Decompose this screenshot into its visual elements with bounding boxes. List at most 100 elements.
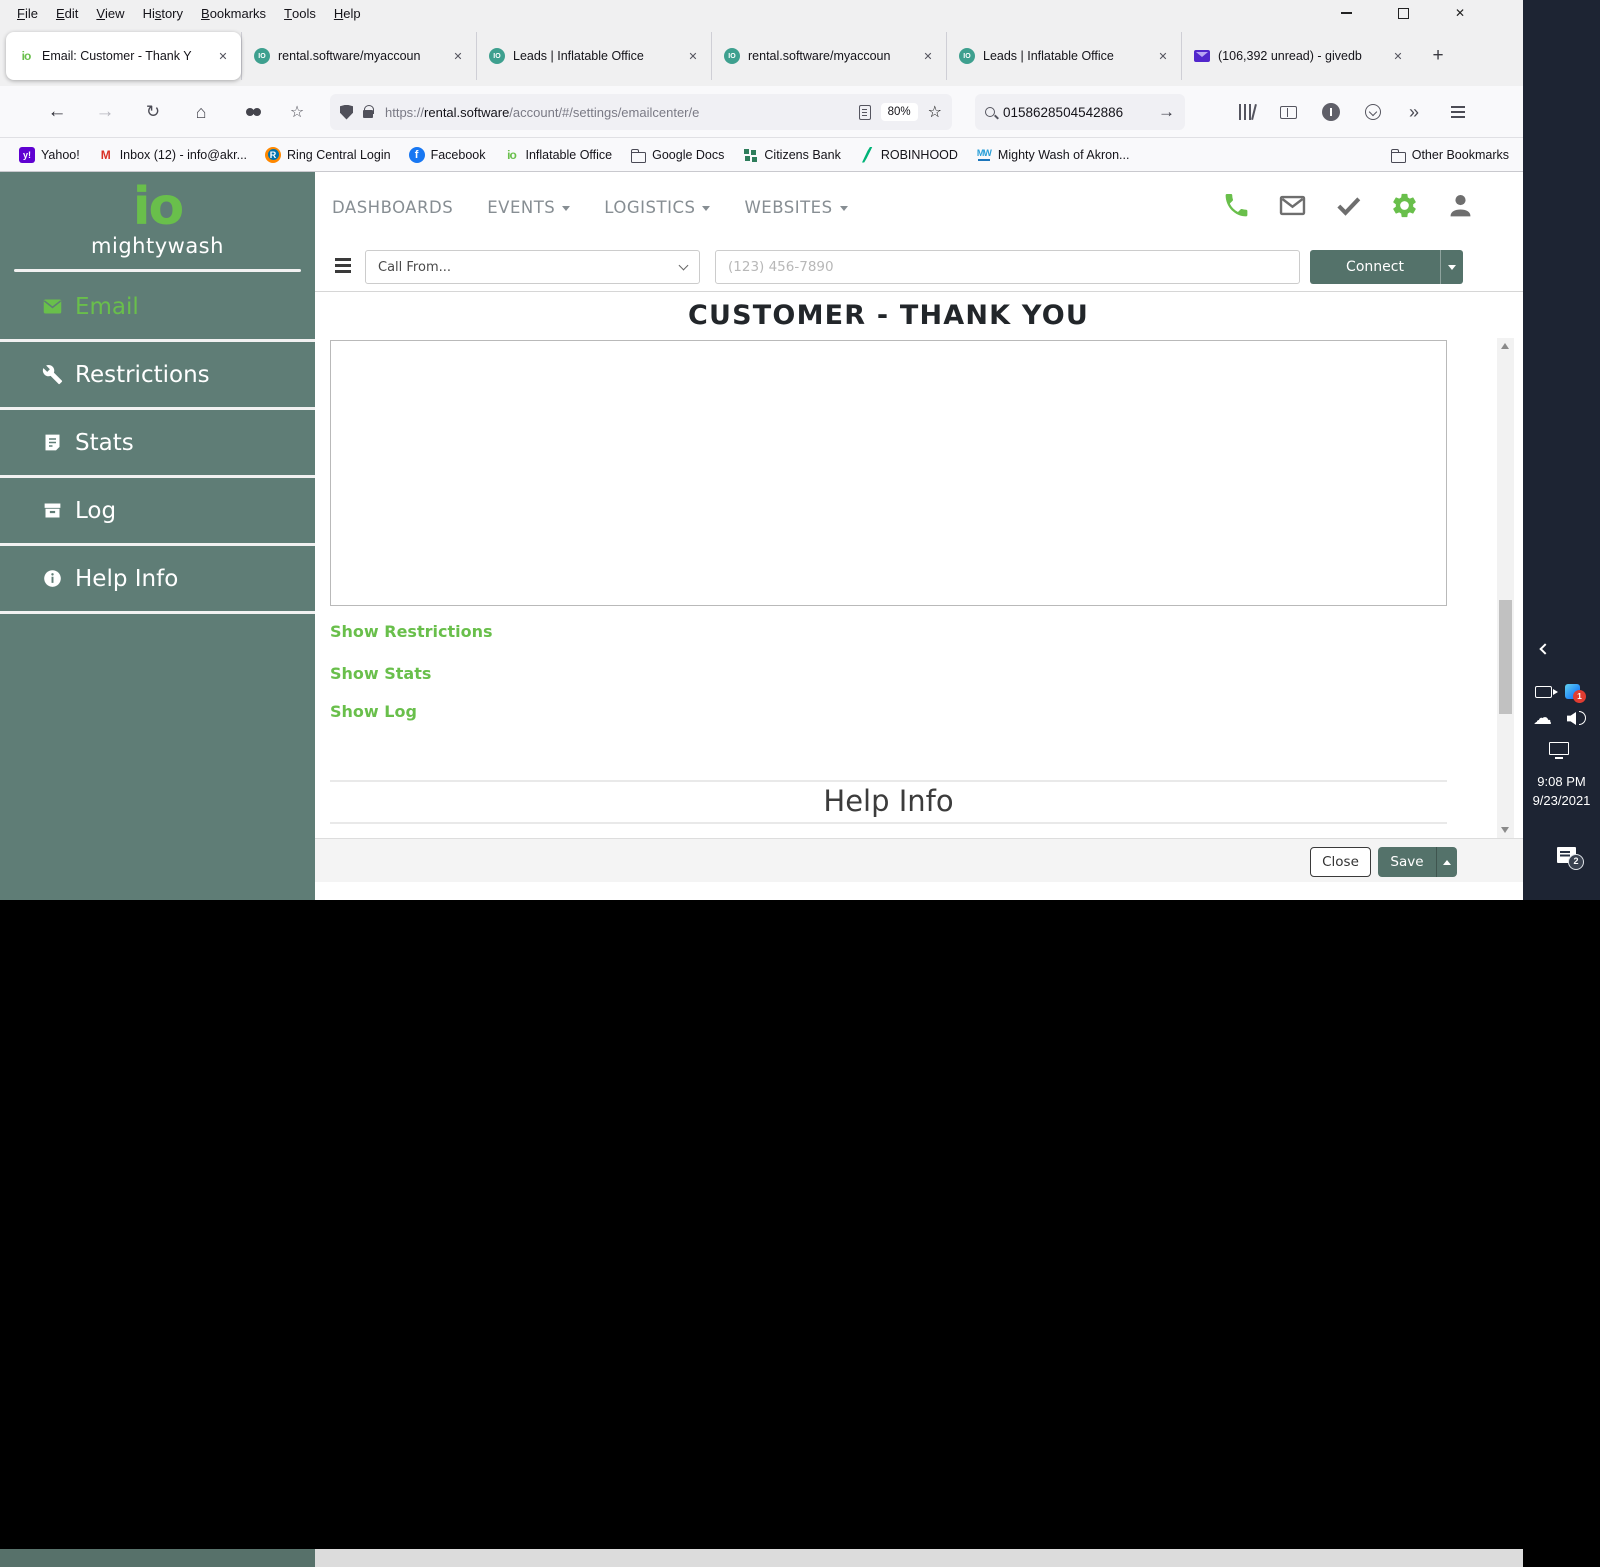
reload-button[interactable] xyxy=(138,86,168,138)
sidebar-item-email[interactable]: Email xyxy=(0,274,315,342)
tab-5[interactable]: Leads | Inflatable Office xyxy=(946,32,1181,80)
reader-view-icon[interactable] xyxy=(859,105,871,120)
save-dropdown-button[interactable] xyxy=(1436,847,1457,877)
minimize-button[interactable] xyxy=(1331,2,1361,24)
bookmark-google-docs[interactable]: Google Docs xyxy=(621,138,733,171)
dropbox-tray-icon[interactable]: 1 xyxy=(1565,684,1580,699)
bookmark-label: Yahoo! xyxy=(41,148,80,162)
tracking-shield-icon[interactable] xyxy=(340,105,353,120)
connect-button[interactable]: Connect xyxy=(1310,250,1440,284)
scrollbar-thumb[interactable] xyxy=(1499,600,1512,714)
page-scrollbar[interactable] xyxy=(1497,338,1514,838)
tab-close-icon[interactable] xyxy=(1153,46,1173,66)
sidebar-item-label: Log xyxy=(75,498,116,524)
phone-icon[interactable] xyxy=(1222,191,1251,224)
overflow-menu-icon[interactable] xyxy=(1399,86,1429,138)
clock-time: 9:08 PM xyxy=(1523,772,1600,791)
onedrive-tray-icon[interactable] xyxy=(1533,708,1552,730)
back-button[interactable] xyxy=(42,86,72,138)
new-tab-button[interactable]: + xyxy=(1424,42,1452,70)
sidebar-item-help-info[interactable]: Help Info xyxy=(0,546,315,614)
menu-edit[interactable]: Edit xyxy=(47,0,87,26)
library-icon[interactable] xyxy=(1228,86,1258,138)
tab-2[interactable]: rental.software/myaccoun xyxy=(241,32,476,80)
nav-websites[interactable]: WEBSITES xyxy=(744,198,847,217)
menu-history[interactable]: History xyxy=(134,0,192,26)
menu-help[interactable]: Help xyxy=(325,0,370,26)
bookmark-inflatable-office[interactable]: Inflatable Office xyxy=(494,138,621,171)
bookmark-yahoo-[interactable]: Yahoo! xyxy=(10,138,89,171)
sidebar-toggle-icon[interactable] xyxy=(1273,86,1303,138)
sidebar-item-restrictions[interactable]: Restrictions xyxy=(0,342,315,410)
url-text: https://rental.software/account/#/settin… xyxy=(385,105,849,120)
call-menu-icon[interactable] xyxy=(335,258,351,261)
bookmark-robinhood[interactable]: ROBINHOOD xyxy=(850,138,967,171)
bookmark-star-icon[interactable] xyxy=(928,102,942,122)
show-log-link[interactable]: Show Log xyxy=(330,702,417,721)
lock-icon[interactable] xyxy=(363,110,373,118)
other-bookmarks[interactable]: Other Bookmarks xyxy=(1390,138,1509,171)
volume-icon[interactable] xyxy=(1567,712,1576,725)
save-button[interactable]: Save xyxy=(1378,847,1436,877)
search-bar[interactable] xyxy=(975,94,1185,130)
browser-window: FileEditViewHistoryBookmarksToolsHelp Em… xyxy=(0,0,1523,900)
zoom-level[interactable]: 80% xyxy=(881,103,918,121)
show-restrictions-link[interactable]: Show Restrictions xyxy=(330,622,493,641)
bookmark-ring-central-login[interactable]: Ring Central Login xyxy=(256,138,400,171)
maximize-button[interactable] xyxy=(1388,2,1418,24)
nav-logistics[interactable]: LOGISTICS xyxy=(604,198,710,217)
tray-expand-icon[interactable] xyxy=(1539,643,1550,654)
nav-dashboards[interactable]: DASHBOARDS xyxy=(332,198,453,217)
pocket-icon[interactable] xyxy=(1358,86,1388,138)
gear-icon[interactable] xyxy=(1390,191,1419,224)
sidebar-backdrop xyxy=(0,1549,315,1567)
bookmark-facebook[interactable]: Facebook xyxy=(400,138,495,171)
panel-glyph xyxy=(1280,106,1297,119)
tab-3[interactable]: Leads | Inflatable Office xyxy=(476,32,711,80)
tab-close-icon[interactable] xyxy=(683,46,703,66)
search-input[interactable] xyxy=(1003,105,1158,120)
home-button[interactable] xyxy=(186,86,216,138)
extension-star-icon[interactable] xyxy=(282,86,312,138)
show-stats-link[interactable]: Show Stats xyxy=(330,664,431,683)
envelope-outline-icon[interactable] xyxy=(1278,191,1307,224)
url-bar[interactable]: https://rental.software/account/#/settin… xyxy=(330,94,952,130)
forward-button[interactable] xyxy=(90,86,120,138)
sidebar-item-stats[interactable]: Stats xyxy=(0,410,315,478)
app-menu-icon[interactable] xyxy=(1443,86,1473,138)
scroll-up-arrow[interactable] xyxy=(1501,343,1509,349)
call-from-select[interactable]: Call From... xyxy=(365,250,700,284)
extension-circle-icon[interactable] xyxy=(1316,86,1346,138)
tab-close-icon[interactable] xyxy=(448,46,468,66)
tab-1[interactable]: Email: Customer - Thank Y xyxy=(6,32,241,80)
tab-4[interactable]: rental.software/myaccoun xyxy=(711,32,946,80)
close-button[interactable]: Close xyxy=(1310,847,1371,877)
bookmark-inbox-12-info-akr-[interactable]: Inbox (12) - info@akr... xyxy=(89,138,256,171)
menu-view[interactable]: View xyxy=(87,0,133,26)
extension-mask-icon[interactable] xyxy=(238,86,268,138)
search-go-icon[interactable] xyxy=(1158,102,1175,122)
menu-tools[interactable]: Tools xyxy=(275,0,325,26)
connect-dropdown-button[interactable] xyxy=(1440,250,1463,284)
person-icon[interactable] xyxy=(1446,191,1475,224)
code-editor[interactable] xyxy=(330,340,1447,606)
bookmark-mighty-wash-of-akron-[interactable]: Mighty Wash of Akron... xyxy=(967,138,1139,171)
close-window-button[interactable] xyxy=(1445,2,1475,24)
action-center-icon[interactable]: 2 xyxy=(1557,847,1576,863)
tab-close-icon[interactable] xyxy=(1388,46,1408,66)
tab-close-icon[interactable] xyxy=(918,46,938,66)
taskbar-clock[interactable]: 9:08 PM 9/23/2021 xyxy=(1523,772,1600,810)
bookmark-citizens-bank[interactable]: Citizens Bank xyxy=(733,138,849,171)
nav-events[interactable]: EVENTS xyxy=(487,198,570,217)
menu-bookmarks[interactable]: Bookmarks xyxy=(192,0,275,26)
menu-file[interactable]: File xyxy=(8,0,47,26)
tab-6[interactable]: (106,392 unread) - givedb xyxy=(1181,32,1416,80)
sidebar-item-log[interactable]: Log xyxy=(0,478,315,546)
tab-close-icon[interactable] xyxy=(213,46,233,66)
check-icon[interactable] xyxy=(1334,191,1363,224)
network-icon[interactable] xyxy=(1549,742,1569,755)
scroll-down-arrow[interactable] xyxy=(1501,827,1509,833)
page-backdrop xyxy=(315,1549,1523,1567)
camera-tray-icon[interactable] xyxy=(1535,686,1552,698)
phone-number-input[interactable] xyxy=(715,250,1300,284)
